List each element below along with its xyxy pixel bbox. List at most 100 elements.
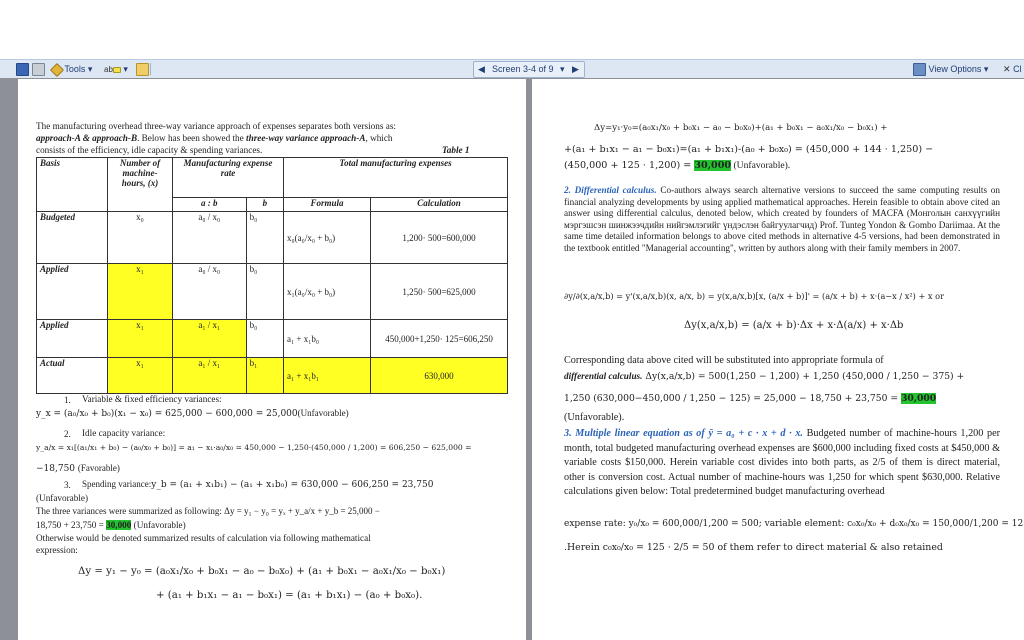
cell-basis: Budgeted [36, 211, 108, 264]
corresponding-line-3: 1,250 (630,000−450,000 / 1,250 − 125) = … [564, 393, 937, 404]
item-2-number: 2. [64, 429, 71, 439]
corresponding-line-1: Corresponding data above cited will be s… [564, 355, 884, 366]
tools-label: Tools [64, 64, 86, 74]
corresponding-line-4: (Unfavorable). [564, 412, 625, 423]
equation-line-1: Δy=y₁·y₀=(a₀x₁/x₀ + b₀x₁ − a₀ − b₀x₀)+(a… [594, 123, 888, 133]
table-row: Actual x₁ a₁ / x₁ b₁ a₁ + x₁b₁ 630,000 [36, 357, 508, 394]
section-3-title: 3. Multiple linear equation as of ȳ = a₀… [564, 428, 803, 439]
save-icon [16, 63, 29, 77]
cell-calc: 450,000+1,250· 125=606,250 [370, 319, 508, 358]
item-3-number: 3. [64, 480, 71, 490]
save-button[interactable] [16, 62, 29, 77]
comment-button[interactable] [136, 62, 149, 77]
cell-rate-b: b₀ [245, 263, 285, 320]
header-hours: Number of machine-hours, (x) [107, 157, 173, 212]
top-blank-area [0, 0, 1024, 59]
last-line: .Herein c₀x₀/x₀ = 125 · 2/5 = 50 of them… [564, 542, 943, 553]
tools-icon [49, 62, 65, 77]
differential-equation-2: Δy(x,a/x,b) = (a/x + b)·Δx + x·Δ(a/x) + … [684, 320, 904, 331]
table-row: Budgeted x₀ a₀ / x₀ b₀ x₀(a₀/x₀ + b₀) 1,… [36, 211, 508, 264]
cell-hours: x₁ [107, 263, 173, 320]
big-formula-line-2: + (a₁ + b₁x₁ − a₁ − b₀x₁) = (a₁ + b₁x₁) … [156, 590, 423, 601]
tools-menu[interactable]: Tools ▾ [49, 62, 92, 77]
cell-formula: x₁(a₀/x₀ + b₀) [283, 263, 372, 320]
table-row: Applied x₁ a₀ / x₀ b₀ x₁(a₀/x₀ + b₀) 1,2… [36, 263, 508, 320]
prev-screen-button[interactable]: ◀ [478, 62, 485, 76]
big-formula-line-1: Δy = y₁ − y₀ = (a₀x₁/x₀ + b₀x₁ − a₀ − b₀… [78, 566, 446, 577]
screen-navigator: ◀ Screen 3-4 of 9 ▾ ▶ [473, 61, 585, 78]
cell-rate-b: b₀ [245, 319, 285, 358]
variance-table: Basis Number of machine-hours, (x) Manuf… [36, 157, 508, 394]
highlight-button[interactable]: ab ▾ [104, 62, 128, 76]
cell-rate-a: a₁ / x₁ [172, 357, 247, 394]
equation-line-2: +(a₁ + b₁x₁ − a₁ − b₀x₁)=(a₁ + b₁x₁)-(a₀… [564, 144, 934, 155]
cell-calc: 1,200· 500=600,000 [370, 211, 508, 264]
cell-basis: Applied [36, 319, 108, 358]
intro-line-2: approach-A & approach-B. Below has been … [36, 133, 393, 143]
toolbar-divider [150, 63, 151, 75]
print-button[interactable] [32, 62, 45, 77]
cell-formula: a₁ + x₁b₀ [283, 319, 372, 358]
screen-indicator[interactable]: Screen 3-4 of 9 [492, 62, 554, 76]
item-2-title: Idle capacity variance: [82, 428, 166, 438]
equation-line-3: (450,000 + 125 · 1,200) = 30,000 (Unfavo… [564, 160, 791, 171]
item-2-formula: y_a/x = x₁[(a₁/x₁ + b₀) − (a₀/x₀ + b₀)] … [36, 443, 472, 452]
highlight-icon [112, 66, 121, 73]
header-rate: Manufacturing expense rate [171, 157, 285, 198]
item-1-formula: y_x = (a₀/x₀ + b₀)(x₁ − x₀) = 625,000 − … [36, 408, 349, 419]
print-icon [32, 63, 45, 77]
differential-equation-1: ∂y/∂(x,a/x,b) = y'(x,a/x,b)(x, a/x, b) =… [564, 291, 944, 301]
reading-toolbar: Tools ▾ ab ▾ ◀ Screen 3-4 of 9 ▾ ▶ View … [0, 59, 1024, 79]
close-icon: ✕ [1003, 64, 1011, 74]
cell-rate-a: a₁ / x₁ [172, 319, 247, 358]
summary-highlight: 30,000 [106, 520, 132, 530]
cell-basis: Actual [36, 357, 108, 394]
summary-line-1: The three variances were summarized as f… [36, 506, 380, 516]
cell-hours: x₁ [107, 357, 173, 394]
item-2-result: −18,750 (Favorable) [36, 463, 120, 474]
cell-basis: Applied [36, 263, 108, 320]
view-options-icon [913, 63, 926, 77]
cell-hours: x₀ [107, 211, 173, 264]
summary-line-4: expression: [36, 545, 78, 555]
corresponding-highlight: 30,000 [901, 393, 937, 404]
comment-icon [136, 63, 149, 77]
cell-calc: 630,000 [370, 357, 508, 394]
close-label: Cl [1013, 64, 1022, 74]
header-b: b [245, 197, 285, 212]
intro-line-3: consists of the efficiency, idle capacit… [36, 145, 263, 155]
table-row: Applied x₁ a₁ / x₁ b₀ a₁ + x₁b₀ 450,000+… [36, 319, 508, 358]
header-basis: Basis [36, 157, 108, 212]
intro-line-1: The manufacturing overhead three-way var… [36, 121, 396, 131]
equation-highlight: 30,000 [694, 160, 732, 171]
item-1-number: 1. [64, 395, 71, 405]
item-1-title: Variable & fixed efficiency variances: [82, 394, 222, 404]
header-calc: Calculation [370, 197, 508, 212]
item-3-formula: Spending variance:y_b = (a₁ + x₁b₁) − (a… [82, 479, 434, 490]
view-options-menu[interactable]: View Options ▾ [913, 62, 988, 77]
section-2-title: 2. Differential calculus. [564, 185, 657, 195]
cell-rate-b: b₀ [245, 211, 285, 264]
cell-formula: x₀(a₀/x₀ + b₀) [283, 211, 372, 264]
cell-rate-a: a₀ / x₀ [172, 263, 247, 320]
table-caption: Table 1 [442, 145, 470, 155]
page-right: Δy=y₁·y₀=(a₀x₁/x₀ + b₀x₁ − a₀ − b₀x₀)+(a… [532, 79, 1024, 640]
summary-line-3: Otherwise would be denoted summarized re… [36, 533, 371, 543]
header-ab: a : b [172, 197, 247, 212]
screen-dropdown-icon[interactable]: ▾ [560, 62, 565, 76]
close-button[interactable]: ✕ Cl [1003, 62, 1022, 76]
next-screen-button[interactable]: ▶ [572, 62, 579, 76]
header-formula: Formula [283, 197, 372, 212]
section-2-paragraph: 2. Differential calculus. Co-authors alw… [564, 185, 1000, 253]
cell-hours: x₁ [107, 319, 173, 358]
cell-rate-b: b₁ [245, 357, 285, 394]
summary-line-2: 18,750 + 23,750 = 30,000 (Unfavorable) [36, 520, 186, 530]
cell-formula: a₁ + x₁b₁ [283, 357, 372, 394]
view-options-label: View Options [928, 64, 982, 74]
header-total: Total manufacturing expenses [283, 157, 508, 198]
section-3-paragraph: 3. Multiple linear equation as of ȳ = a₀… [564, 428, 1001, 498]
rate-line: expense rate: y₀/x₀ = 600,000/1,200 = 50… [564, 519, 1024, 529]
cell-calc: 1,250· 500=625,000 [370, 263, 508, 320]
corresponding-line-2: differential calculus. Δy(x,a/x,b) = 500… [564, 371, 965, 382]
item-3-note: (Unfavorable) [36, 493, 89, 503]
